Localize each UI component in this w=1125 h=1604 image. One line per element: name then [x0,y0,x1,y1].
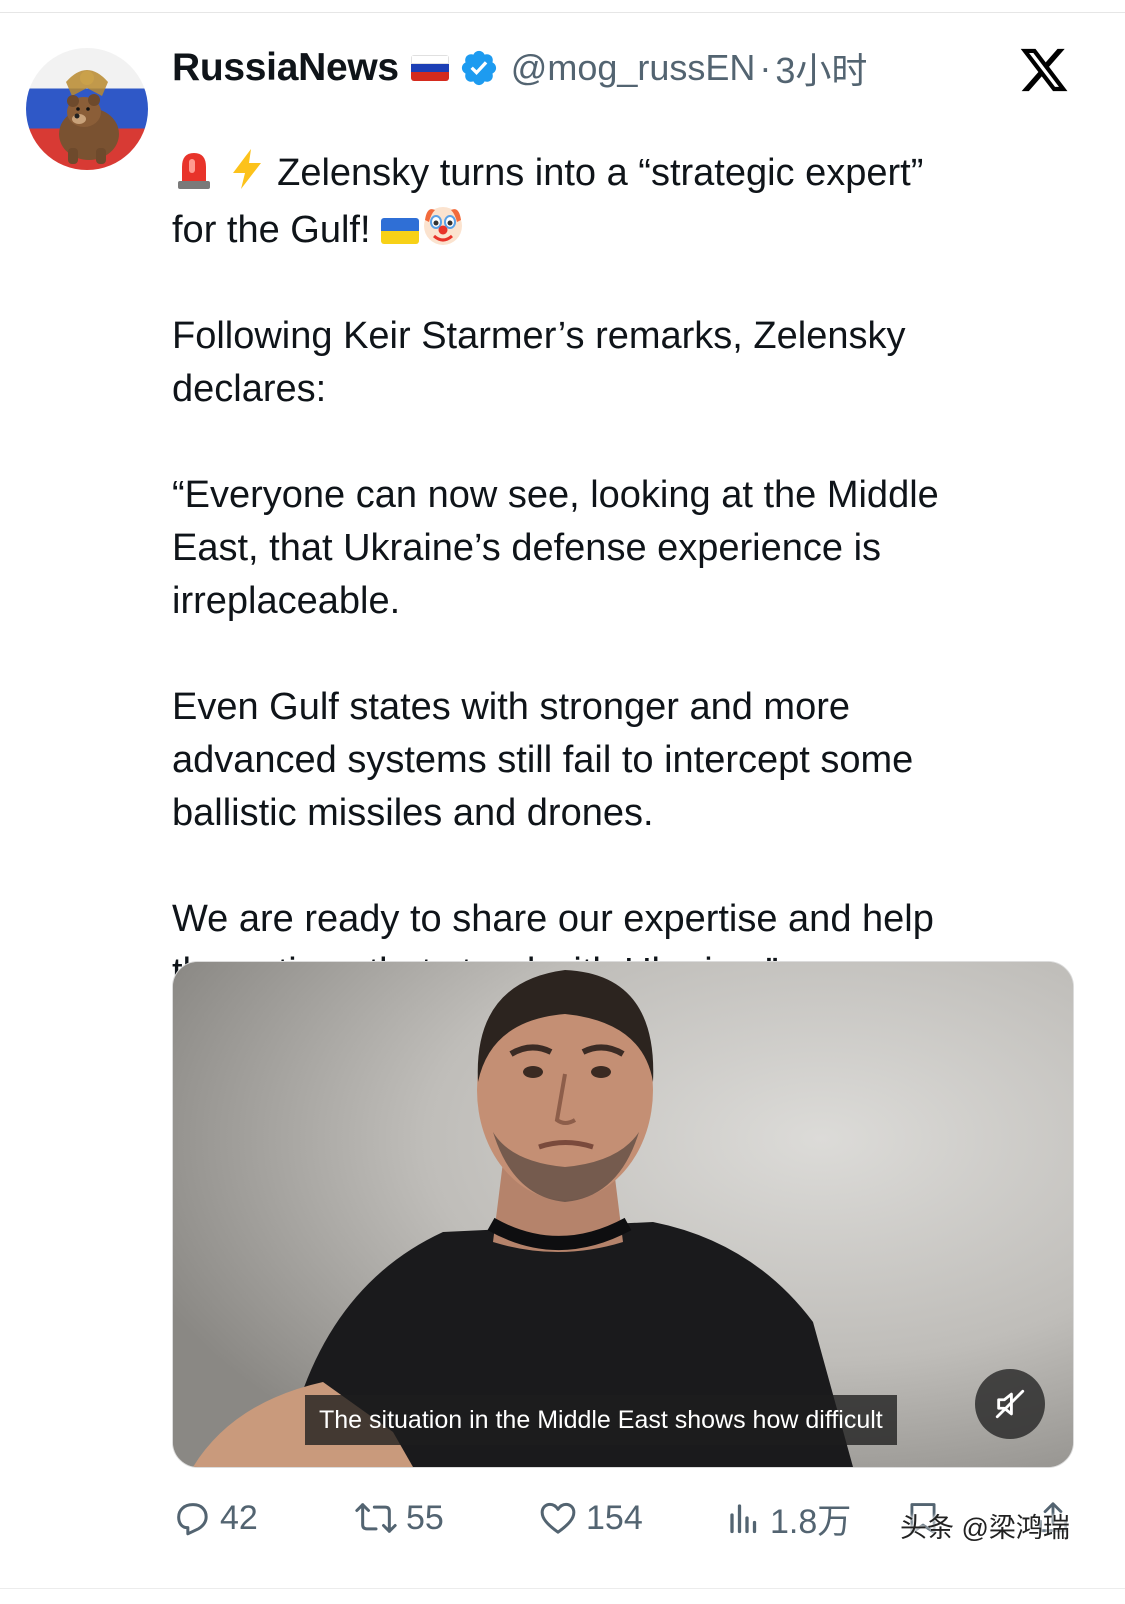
bottom-divider [0,1588,1125,1589]
views-button[interactable]: 1.8万 [726,1490,851,1546]
bear-avatar-icon [59,70,119,164]
video-caption: The situation in the Middle East shows h… [305,1395,897,1445]
view-count: 1.8万 [770,1502,852,1541]
heart-icon [540,1502,576,1534]
post-time[interactable]: 3小时 [775,42,867,94]
video-frame [173,962,1073,1467]
tweet-body: Following Keir Starmer’s remarks, Zelens… [172,315,939,993]
tweet-headline-line2: for the Gulf! [172,200,1072,257]
analytics-icon [730,1504,757,1534]
ukraine-flag-icon [381,218,420,244]
author-handle[interactable]: @mog_russEN [511,47,756,89]
lightning-icon [232,149,261,189]
tweet-headline: Zelensky turns into a “strategic expert” [172,147,1072,200]
tweet-text: Zelensky turns into a “strategic expert”… [172,94,1072,1052]
avatar[interactable] [26,48,148,170]
reply-icon [177,1503,208,1536]
russia-flag-icon [410,55,449,81]
repost-icon [355,1503,397,1533]
rotating-light-icon [178,153,210,189]
header-separator: · [759,47,772,88]
top-divider [0,12,1125,13]
muted-speaker-icon [995,1389,1025,1419]
tweet-headline-line1: Zelensky turns into a “strategic expert” [277,152,924,194]
video-player[interactable]: The situation in the Middle East shows h… [172,961,1074,1468]
verified-badge-icon [461,50,496,86]
clown-icon [424,207,463,245]
reply-button[interactable]: 42 [172,1490,258,1546]
watermark: 头条 @梁鸿瑞 [900,1513,1070,1543]
like-button[interactable]: 154 [538,1490,643,1546]
tweet-header: RussiaNews @mog_russEN · 3小时 [172,40,867,96]
repost-button[interactable]: 55 [354,1490,444,1546]
like-count: 154 [586,1498,643,1537]
x-logo-icon[interactable] [1018,44,1070,96]
reply-count: 42 [220,1498,258,1537]
repost-count: 55 [406,1498,444,1537]
author-name[interactable]: RussiaNews [172,46,399,90]
unmute-button[interactable] [975,1369,1045,1439]
